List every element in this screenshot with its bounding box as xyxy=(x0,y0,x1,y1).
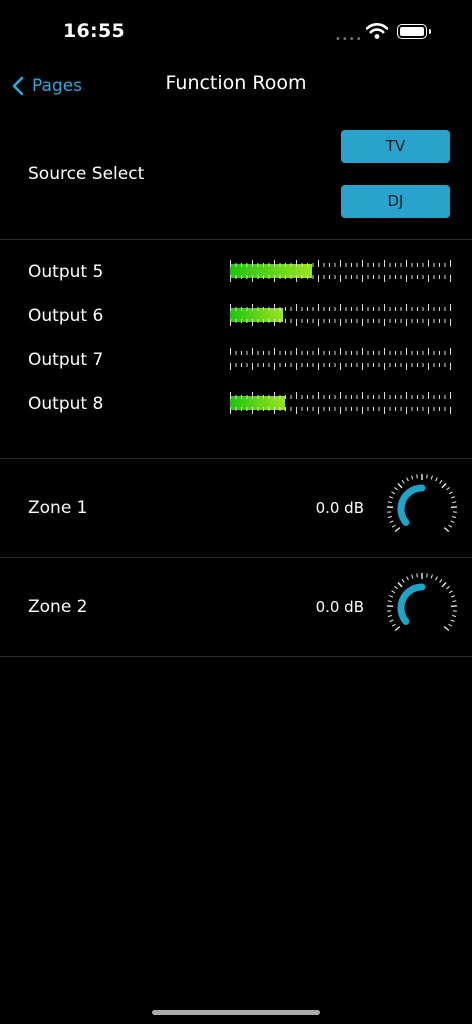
output-6-label: Output 6 xyxy=(28,306,104,326)
zone-1-label: Zone 1 xyxy=(28,498,88,518)
battery-icon xyxy=(397,24,431,39)
zone-1-value: 0.0 dB xyxy=(315,499,364,517)
zone-2-volume-knob[interactable] xyxy=(386,572,458,644)
meter-scale xyxy=(230,348,451,370)
source-select-label: Source Select xyxy=(28,164,145,184)
output-7-meter xyxy=(230,348,451,370)
status-time: 16:55 xyxy=(63,20,125,42)
output-8-label: Output 8 xyxy=(28,394,104,414)
meter-scale xyxy=(230,304,451,326)
zone-2-value: 0.0 dB xyxy=(315,598,364,616)
output-7-label: Output 7 xyxy=(28,350,104,370)
page-title: Function Room xyxy=(165,72,307,94)
zone-1-volume-knob[interactable] xyxy=(386,473,458,545)
zone-2-label: Zone 2 xyxy=(28,597,88,617)
output-5-label: Output 5 xyxy=(28,262,104,282)
home-indicator[interactable] xyxy=(152,1010,320,1015)
source-tv-button[interactable]: TV xyxy=(341,130,450,163)
knob-dial xyxy=(387,474,457,533)
divider xyxy=(0,239,472,240)
nav-bar: Pages Function Room xyxy=(0,64,472,108)
divider xyxy=(0,656,472,657)
status-bar: 16:55 •••• xyxy=(0,0,472,64)
knob-arc xyxy=(397,583,426,625)
divider xyxy=(0,458,472,459)
output-5-meter xyxy=(230,260,451,282)
wifi-icon xyxy=(365,22,389,44)
divider xyxy=(0,557,472,558)
knob-arc xyxy=(397,484,426,526)
output-6-meter xyxy=(230,304,451,326)
meter-scale xyxy=(230,260,451,282)
knob-dial xyxy=(387,573,457,632)
signal-icon: •••• xyxy=(335,34,363,45)
meter-scale xyxy=(230,392,451,414)
source-dj-button[interactable]: DJ xyxy=(341,185,450,218)
output-8-meter xyxy=(230,392,451,414)
